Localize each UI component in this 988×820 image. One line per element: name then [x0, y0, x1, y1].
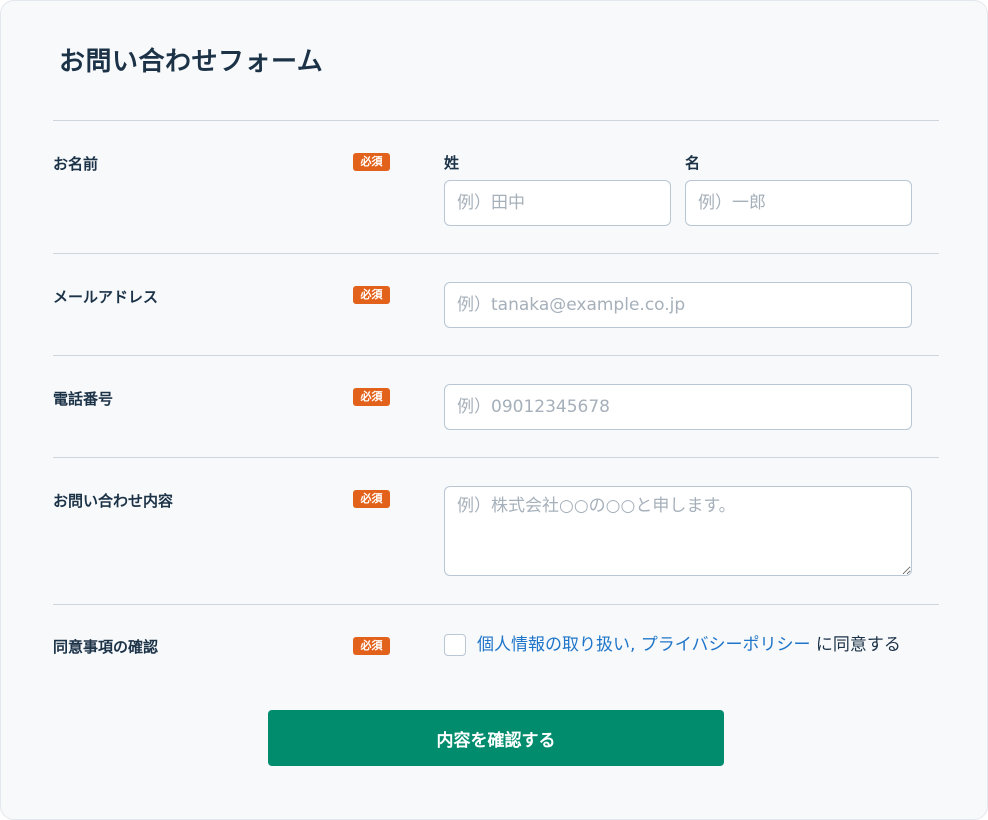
last-name-input[interactable]	[444, 180, 671, 226]
inquiry-textarea[interactable]	[444, 486, 912, 576]
divider	[53, 253, 939, 254]
consent-checkbox[interactable]	[444, 634, 466, 656]
confirm-button[interactable]: 内容を確認する	[268, 710, 724, 766]
last-name-label: 姓	[444, 154, 460, 172]
inquiry-label: お問い合わせ内容	[53, 492, 174, 510]
required-badge-consent: 必須	[353, 637, 390, 655]
required-badge-name: 必須	[353, 153, 390, 171]
required-badge-phone: 必須	[353, 388, 390, 406]
phone-input[interactable]	[444, 384, 912, 430]
required-badge-email: 必須	[353, 286, 390, 304]
phone-label: 電話番号	[53, 390, 114, 408]
page-title: お問い合わせフォーム	[59, 47, 324, 77]
divider	[53, 457, 939, 458]
consent-text: 個人情報の取り扱い, プライバシーポリシー に同意する	[477, 634, 901, 656]
first-name-label: 名	[685, 154, 701, 172]
contact-form-card: お問い合わせフォーム お名前 必須 姓 名 メールアドレス 必須 電話番号 必須…	[0, 0, 988, 820]
required-badge-inquiry: 必須	[353, 490, 390, 508]
divider	[53, 355, 939, 356]
privacy-policy-link[interactable]: 個人情報の取り扱い, プライバシーポリシー	[477, 635, 810, 655]
consent-suffix: に同意する	[815, 635, 901, 655]
divider	[53, 604, 939, 605]
email-label: メールアドレス	[53, 288, 159, 306]
consent-label: 同意事項の確認	[53, 638, 159, 656]
divider	[53, 120, 939, 121]
name-label: お名前	[53, 155, 99, 173]
email-input[interactable]	[444, 282, 912, 328]
first-name-input[interactable]	[685, 180, 912, 226]
